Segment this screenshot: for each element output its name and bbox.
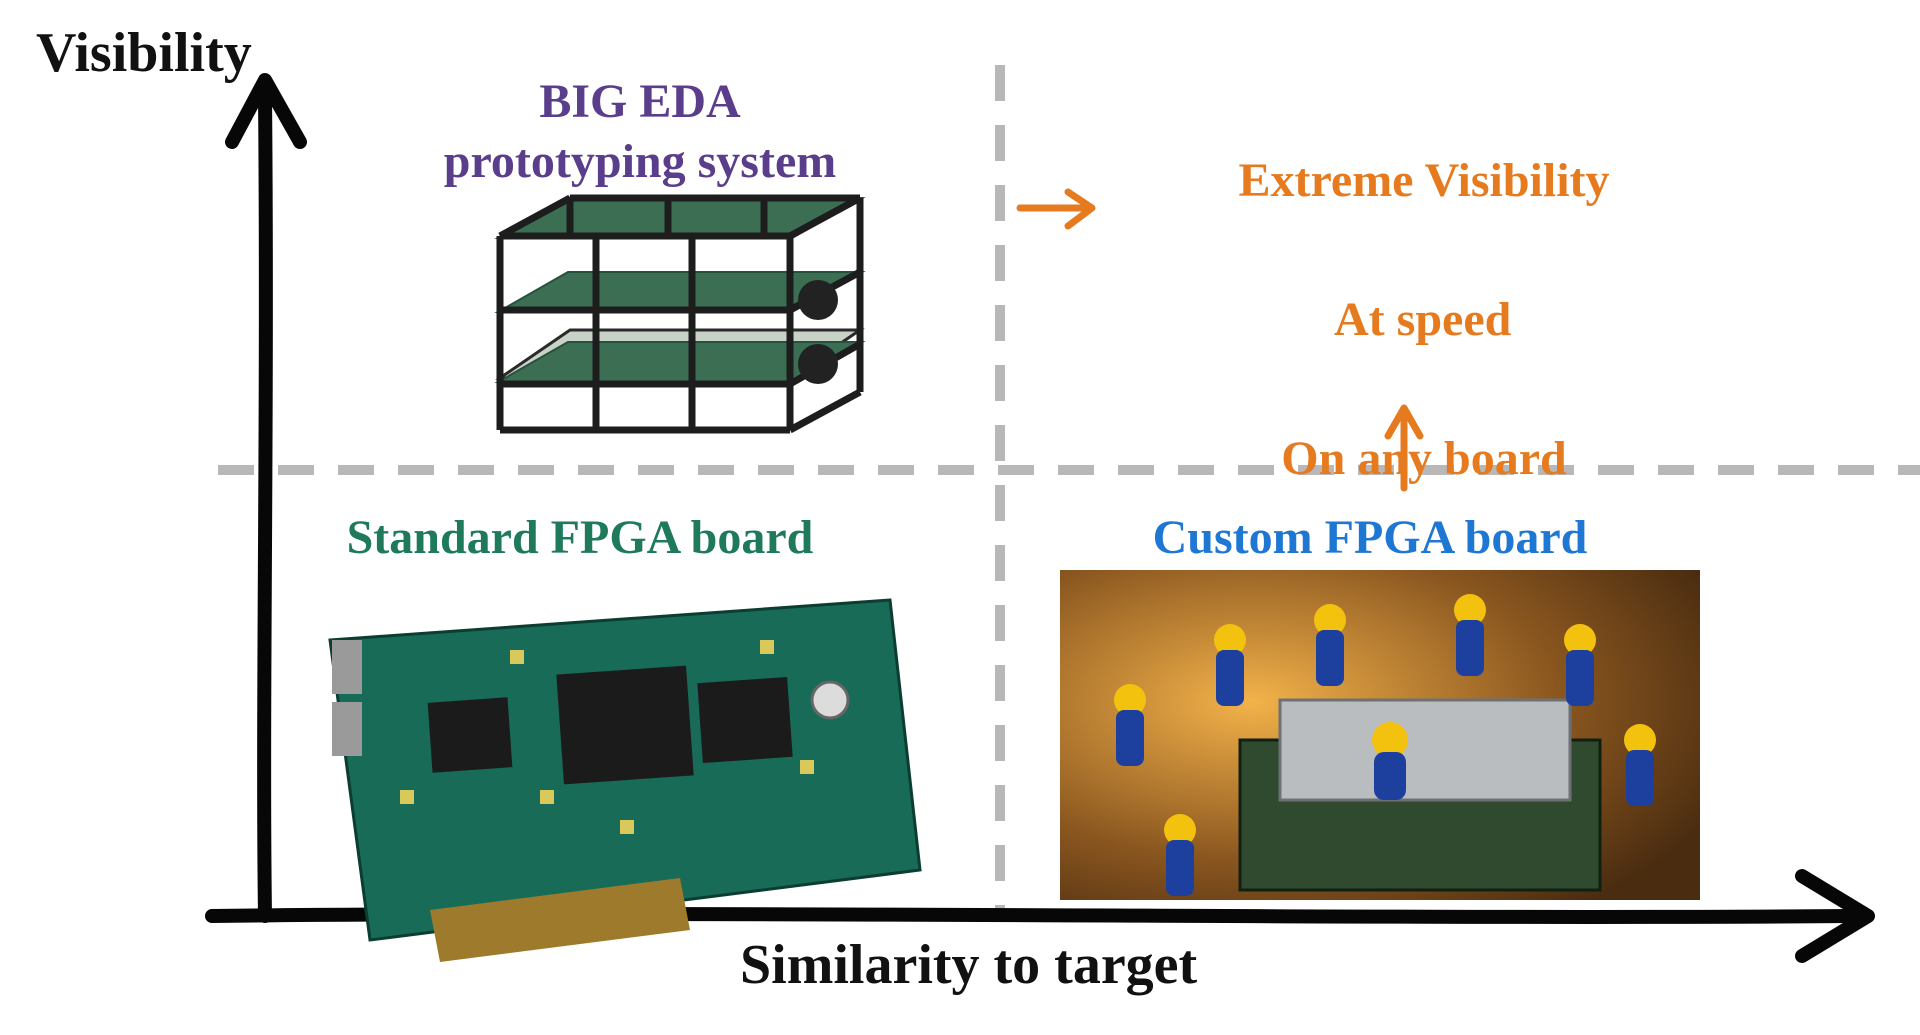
goal-label: Extreme Visibility At speed On any board: [1120, 76, 1680, 563]
quadrant-top-left-label: BIG EDA prototyping system: [370, 72, 910, 192]
quadrant-bottom-left-label: Standard FPGA board: [290, 508, 870, 568]
eda-system-illustration: [498, 198, 862, 430]
goal-line-3: On any board: [1281, 432, 1566, 485]
goal-line-1: Extreme Visibility: [1238, 154, 1609, 207]
custom-fpga-board-illustration: [1060, 570, 1700, 900]
arrow-right-icon: [1020, 192, 1092, 226]
diagram-canvas: Visibility Similarity to target BIG EDA …: [0, 0, 1920, 1035]
y-axis-label: Visibility: [36, 18, 252, 88]
y-axis: [232, 80, 300, 916]
x-axis-label: Similarity to target: [740, 930, 1197, 1000]
goal-line-2: At speed: [1334, 293, 1511, 346]
